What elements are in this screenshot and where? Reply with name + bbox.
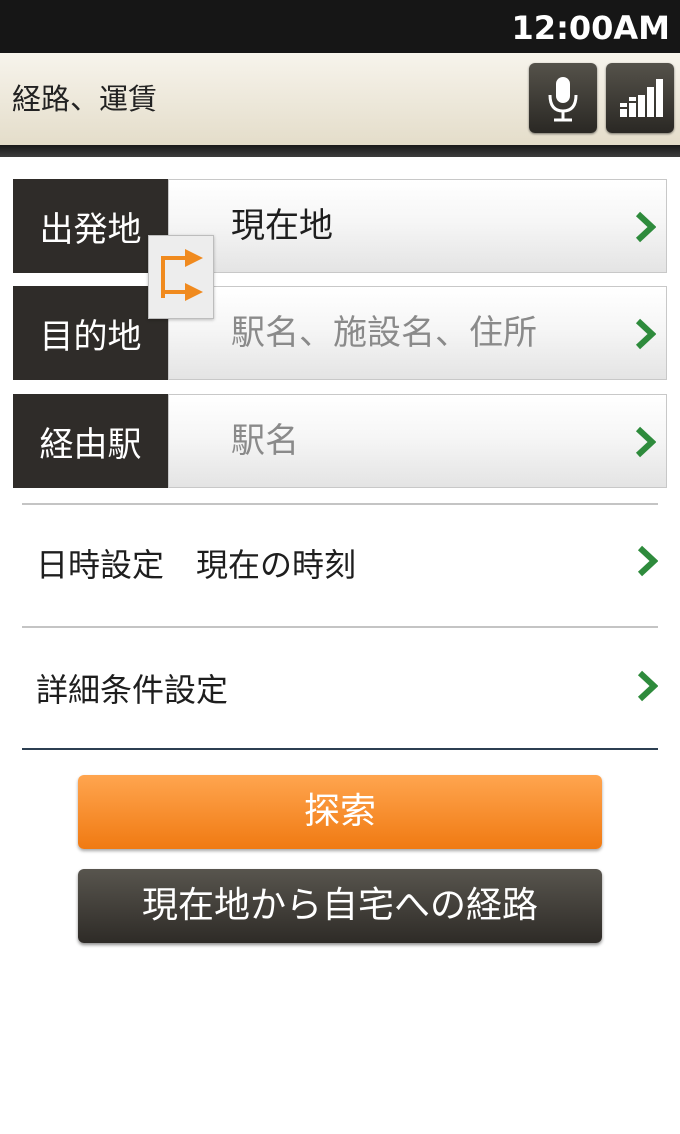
destination-label: 目的地 (13, 286, 168, 380)
via-label: 経由駅 (13, 394, 168, 488)
chevron-right-icon (637, 670, 658, 702)
bar-steps-icon (620, 79, 663, 117)
origin-label: 出発地 (13, 179, 168, 273)
route-home-button[interactable]: 現在地から自宅への経路 (78, 869, 602, 943)
status-bar: 12:00AM (0, 0, 680, 53)
origin-field[interactable]: 現在地 (168, 179, 667, 273)
swap-origin-destination-button[interactable] (148, 235, 214, 319)
chevron-right-icon (635, 426, 656, 458)
origin-value: 現在地 (231, 206, 333, 246)
destination-placeholder: 駅名、施設名、住所 (231, 313, 537, 353)
status-time: 12:00AM (511, 9, 670, 47)
chevron-right-icon (635, 318, 656, 350)
microphone-icon (548, 77, 578, 122)
header-divider (0, 145, 680, 157)
destination-field[interactable]: 駅名、施設名、住所 (168, 286, 667, 380)
swap-arrows-icon (161, 249, 203, 301)
via-placeholder: 駅名 (231, 421, 299, 461)
chevron-right-icon (635, 211, 656, 243)
title-bar: 経路、運賃 (0, 53, 680, 145)
destination-row[interactable]: 目的地 駅名、施設名、住所 (13, 286, 667, 380)
via-field[interactable]: 駅名 (168, 394, 667, 488)
origin-row[interactable]: 出発地 現在地 (13, 179, 667, 273)
datetime-setting-label: 日時設定 現在の時刻 (36, 546, 357, 584)
chevron-right-icon (637, 545, 658, 577)
voice-input-button[interactable] (529, 63, 597, 133)
via-row[interactable]: 経由駅 駅名 (13, 394, 667, 488)
detail-setting-row[interactable]: 詳細条件設定 (22, 628, 658, 748)
datetime-setting-row[interactable]: 日時設定 現在の時刻 (22, 505, 658, 625)
page-title: 経路、運賃 (12, 82, 158, 116)
search-button[interactable]: 探索 (78, 775, 602, 849)
divider (22, 748, 658, 750)
detail-setting-label: 詳細条件設定 (36, 671, 229, 709)
menu-button[interactable] (606, 63, 674, 133)
